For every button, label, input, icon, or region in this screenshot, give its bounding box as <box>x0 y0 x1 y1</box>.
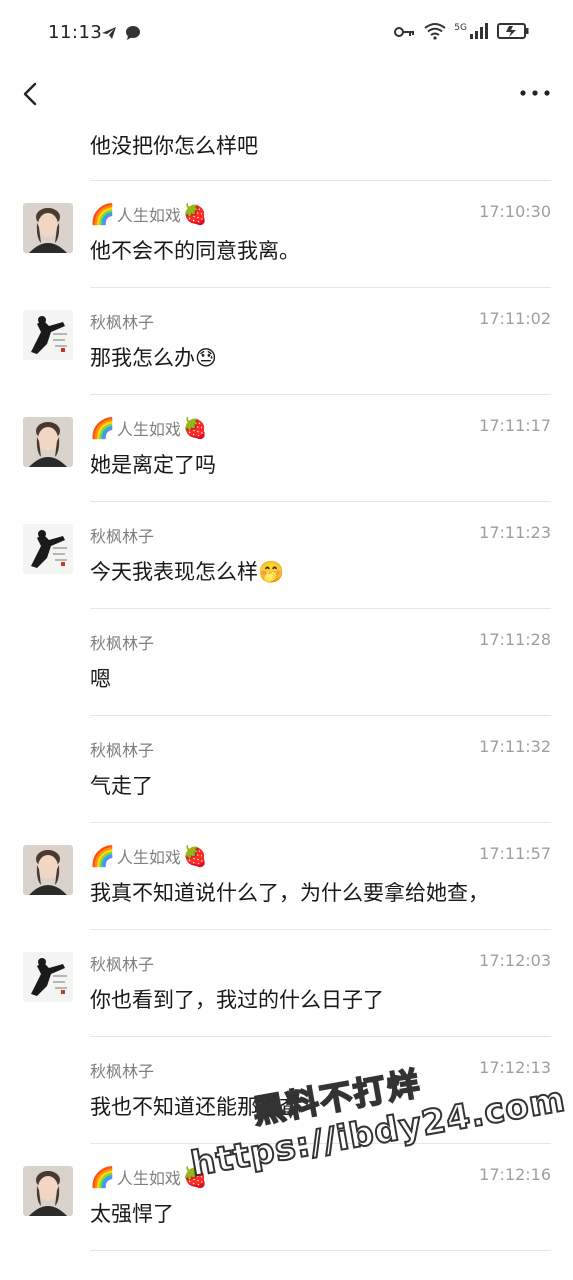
strawberry-icon: 🍓 <box>182 202 208 226</box>
battery-icon <box>497 22 529 44</box>
wifi-icon <box>424 22 446 44</box>
message-text: 那我怎么办😓 <box>90 346 217 370</box>
message-timestamp: 17:11:28 <box>479 630 551 649</box>
status-time: 11:13 <box>48 22 103 43</box>
message-timestamp: 17:11:17 <box>479 416 551 435</box>
telegram-icon <box>100 24 118 46</box>
chat-message: 🌈 人生如戏 🍓 17:10:30 他不会不的同意我离。 <box>0 181 573 288</box>
message-timestamp: 17:12:03 <box>479 951 551 970</box>
message-text: 今天我表现怎么样🤭 <box>90 560 285 584</box>
rainbow-icon: 🌈 <box>90 1165 115 1189</box>
message-text: 太强悍了 <box>90 1202 174 1226</box>
message-text: 他没把你怎么样吧 <box>90 134 258 158</box>
avatar[interactable] <box>23 310 73 360</box>
sender-name: 秋枫林子 <box>90 955 155 974</box>
signal-icon <box>469 22 489 44</box>
rainbow-icon: 🌈 <box>90 416 115 440</box>
status-bar: 11:13 5G <box>0 0 573 66</box>
chat-message: 秋枫林子 17:11:02 那我怎么办😓 <box>0 288 573 395</box>
message-text: 气走了 <box>90 774 153 798</box>
message-timestamp: 17:11:57 <box>479 844 551 863</box>
chat-bubble-icon <box>124 24 142 46</box>
message-text: 嗯 <box>90 667 111 691</box>
sender-name: 人生如戏 <box>116 848 181 867</box>
sender-name: 人生如戏 <box>116 206 181 225</box>
message-text: 他不会不的同意我离。 <box>90 239 300 263</box>
key-icon <box>394 24 416 43</box>
message-timestamp: 17:10:30 <box>479 202 551 221</box>
chat-message: 🌈 人生如戏 🍓 17:11:57 我真不知道说什么了，为什么要拿给她查， <box>0 823 573 930</box>
chat-message: 秋枫林子 17:12:03 你也看到了，我过的什么日子了 <box>0 930 573 1037</box>
avatar[interactable] <box>23 845 73 895</box>
avatar[interactable] <box>23 417 73 467</box>
sender-name: 秋枫林子 <box>90 1062 155 1081</box>
message-text: 她是离定了吗 <box>90 453 216 477</box>
sender-name: 人生如戏 <box>116 420 181 439</box>
message-timestamp: 17:11:02 <box>479 309 551 328</box>
more-dots-icon <box>517 90 553 112</box>
network-type-label: 5G <box>454 23 467 33</box>
sender-name: 秋枫林子 <box>90 313 155 332</box>
divider <box>90 1250 551 1251</box>
avatar[interactable] <box>23 952 73 1002</box>
message-timestamp: 17:11:32 <box>479 737 551 756</box>
sender-name: 秋枫林子 <box>90 634 155 653</box>
sender-name: 秋枫林子 <box>90 527 155 546</box>
avatar[interactable] <box>23 203 73 253</box>
chat-message: 他没把你怎么样吧 <box>0 124 573 181</box>
strawberry-icon: 🍓 <box>182 1165 208 1189</box>
sender-name: 人生如戏 <box>116 1169 181 1188</box>
chat-message: 秋枫林子 17:11:23 今天我表现怎么样🤭 <box>0 502 573 609</box>
strawberry-icon: 🍓 <box>182 844 208 868</box>
message-timestamp: 17:12:13 <box>479 1058 551 1077</box>
message-text: 我也不知道还能那样查 <box>90 1095 300 1119</box>
rainbow-icon: 🌈 <box>90 844 115 868</box>
message-timestamp: 17:12:16 <box>479 1165 551 1184</box>
avatar[interactable] <box>23 524 73 574</box>
chat-message: 秋枫林子 17:12:13 我也不知道还能那样查 <box>0 1037 573 1144</box>
strawberry-icon: 🍓 <box>182 416 208 440</box>
rainbow-icon: 🌈 <box>90 202 115 226</box>
message-timestamp: 17:11:23 <box>479 523 551 542</box>
more-options-button[interactable] <box>517 78 553 108</box>
chat-message: 🌈 人生如戏 🍓 17:11:17 她是离定了吗 <box>0 395 573 502</box>
message-text: 我真不知道说什么了，为什么要拿给她查， <box>90 881 489 905</box>
avatar[interactable] <box>23 1166 73 1216</box>
chat-history-list[interactable]: 他没把你怎么样吧 🌈 人生如戏 🍓 17:10:30 他不会不的同意我离。 秋枫… <box>0 124 573 1251</box>
chevron-left-icon <box>14 82 50 116</box>
chat-message: 秋枫林子 17:11:32 气走了 <box>0 716 573 823</box>
message-text: 你也看到了，我过的什么日子了 <box>90 988 384 1012</box>
back-button[interactable] <box>14 76 50 112</box>
chat-message: 秋枫林子 17:11:28 嗯 <box>0 609 573 716</box>
sender-name: 秋枫林子 <box>90 741 155 760</box>
nav-bar <box>0 66 573 124</box>
chat-message: 🌈 人生如戏 🍓 17:12:16 太强悍了 <box>0 1144 573 1251</box>
